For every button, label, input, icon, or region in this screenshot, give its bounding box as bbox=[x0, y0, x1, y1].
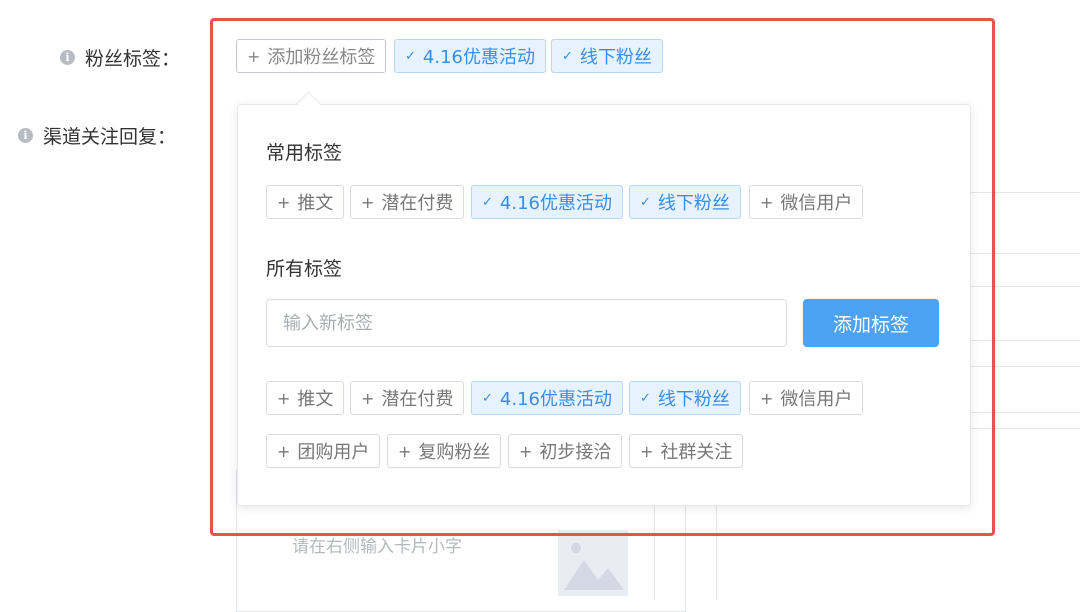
check-icon: ✓ bbox=[482, 194, 493, 210]
selected-tag-label: 4.16优惠活动 bbox=[422, 47, 535, 68]
tag-option-selected[interactable]: ✓ 线下粉丝 bbox=[629, 381, 741, 415]
new-tag-input[interactable] bbox=[266, 299, 787, 347]
all-tags-title: 所有标签 bbox=[266, 258, 343, 280]
plus-icon: + bbox=[247, 46, 261, 66]
plus-icon: + bbox=[398, 441, 412, 461]
preview-row-line bbox=[971, 412, 1080, 413]
tag-option-selected[interactable]: ✓ 线下粉丝 bbox=[629, 185, 741, 219]
tag-option-selected[interactable]: ✓ 4.16优惠活动 bbox=[471, 381, 623, 415]
tag-option[interactable]: + 推文 bbox=[266, 185, 345, 219]
tag-option-label: 复购粉丝 bbox=[418, 442, 491, 463]
plus-icon: + bbox=[277, 192, 291, 212]
tag-option-label: 推文 bbox=[297, 389, 334, 410]
check-icon: ✓ bbox=[482, 390, 493, 406]
tag-option-label: 线下粉丝 bbox=[657, 193, 730, 214]
check-icon: ✓ bbox=[405, 48, 416, 64]
plus-icon: + bbox=[519, 441, 533, 461]
tag-option-label: 微信用户 bbox=[780, 193, 853, 214]
plus-icon: + bbox=[361, 388, 375, 408]
add-fan-tag-label: 添加粉丝标签 bbox=[267, 47, 376, 68]
tag-option[interactable]: + 潜在付费 bbox=[350, 185, 465, 219]
tag-option-label: 4.16优惠活动 bbox=[499, 193, 612, 214]
tag-option[interactable]: + 推文 bbox=[266, 381, 345, 415]
tag-option[interactable]: + 复购粉丝 bbox=[387, 434, 502, 468]
selected-tag[interactable]: ✓ 4.16优惠活动 bbox=[394, 39, 546, 73]
add-fan-tag-button[interactable]: + 添加粉丝标签 bbox=[236, 39, 387, 73]
preview-row-line bbox=[971, 428, 1080, 429]
tag-option-label: 团购用户 bbox=[297, 442, 370, 463]
preview-row-line bbox=[971, 366, 1080, 367]
tag-option[interactable]: + 初步接洽 bbox=[508, 434, 623, 468]
tag-option[interactable]: + 微信用户 bbox=[749, 381, 864, 415]
card-hint-text: 请在右侧输入卡片小字 bbox=[292, 537, 462, 557]
selected-tag-label: 线下粉丝 bbox=[579, 47, 652, 68]
image-placeholder-icon bbox=[558, 530, 628, 596]
plus-icon: + bbox=[760, 192, 774, 212]
tag-option-label: 4.16优惠活动 bbox=[499, 389, 612, 410]
check-icon: ✓ bbox=[640, 194, 651, 210]
preview-row-line bbox=[971, 286, 1080, 287]
info-icon[interactable]: i bbox=[60, 50, 75, 65]
preview-row-line bbox=[971, 340, 1080, 341]
tag-option[interactable]: + 社群关注 bbox=[629, 434, 744, 468]
check-icon: ✓ bbox=[640, 390, 651, 406]
tag-option-label: 推文 bbox=[297, 193, 334, 214]
preview-row-line bbox=[971, 192, 1080, 193]
add-tag-button[interactable]: 添加标签 bbox=[803, 299, 939, 347]
common-tags-title: 常用标签 bbox=[266, 142, 343, 164]
tag-option-label: 潜在付费 bbox=[381, 193, 454, 214]
plus-icon: + bbox=[361, 192, 375, 212]
tag-option[interactable]: + 团购用户 bbox=[266, 434, 381, 468]
info-icon[interactable]: i bbox=[18, 128, 33, 143]
tag-option-label: 初步接洽 bbox=[539, 442, 612, 463]
plus-icon: + bbox=[640, 441, 654, 461]
plus-icon: + bbox=[277, 388, 291, 408]
fan-tags-label: i 粉丝标签： bbox=[60, 44, 180, 71]
preview-row-line bbox=[971, 253, 1080, 254]
channel-reply-label: i 渠道关注回复： bbox=[18, 122, 176, 149]
tag-option[interactable]: + 微信用户 bbox=[749, 185, 864, 219]
fan-tags-label-text: 粉丝标签： bbox=[85, 48, 181, 70]
selected-tag[interactable]: ✓ 线下粉丝 bbox=[551, 39, 663, 73]
plus-icon: + bbox=[760, 388, 774, 408]
tag-option-selected[interactable]: ✓ 4.16优惠活动 bbox=[471, 185, 623, 219]
tag-option-label: 线下粉丝 bbox=[657, 389, 730, 410]
plus-icon: + bbox=[277, 441, 291, 461]
channel-reply-label-text: 渠道关注回复： bbox=[43, 126, 177, 148]
tag-option-label: 潜在付费 bbox=[381, 389, 454, 410]
tag-option[interactable]: + 潜在付费 bbox=[350, 381, 465, 415]
tag-option-label: 社群关注 bbox=[660, 442, 733, 463]
tag-option-label: 微信用户 bbox=[780, 389, 853, 410]
check-icon: ✓ bbox=[562, 48, 573, 64]
